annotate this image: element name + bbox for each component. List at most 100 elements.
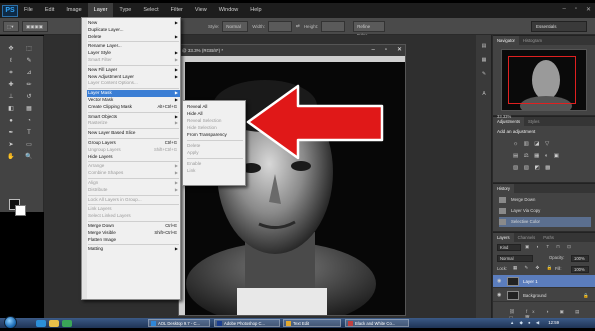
pen-tool-icon[interactable]: ✒: [4, 128, 18, 138]
background-color-swatch[interactable]: [15, 205, 26, 216]
menu-item-duplicate-layer[interactable]: Duplicate Layer...: [87, 27, 180, 34]
lock-icons[interactable]: ▦ ✎ ✥ 🔒: [513, 265, 555, 271]
taskbar-task-aol-desktop-9-7-c[interactable]: AOL Desktop 9.7 - C...: [148, 319, 210, 327]
close-icon[interactable]: ✕: [586, 6, 591, 13]
menu-image[interactable]: Image: [60, 3, 87, 18]
taskbar-task-text-edit[interactable]: Text Edit: [283, 319, 341, 327]
layer-filter-kind[interactable]: Kind: [497, 244, 521, 251]
tab-paths[interactable]: Paths: [539, 233, 558, 242]
eyedropper-tool-icon[interactable]: ⊿: [22, 68, 36, 78]
visibility-eye-icon[interactable]: ◉: [497, 275, 501, 288]
menu-help[interactable]: Help: [244, 3, 267, 18]
clock[interactable]: 12:59: [548, 320, 559, 325]
tab-navigator[interactable]: Navigator: [493, 36, 519, 45]
layer-row[interactable]: ◉ Layer 1: [493, 275, 595, 288]
adjustment-icons-row-2[interactable]: ▤ ⚖ ▦ ◐ ▣: [513, 153, 561, 159]
adjustment-icons-row-3[interactable]: ▨ ▧ ◩ ▩: [513, 165, 552, 171]
menu-item-new-layer-based-slice[interactable]: New Layer Based Slice: [87, 130, 180, 137]
menu-item-flatten-image[interactable]: Flatten Image: [87, 237, 180, 244]
layer-filter-icons[interactable]: ▣ ◐ T ⊓ ⊡: [525, 244, 574, 250]
dodge-tool-icon[interactable]: ◔: [22, 116, 36, 126]
ie-icon[interactable]: [36, 320, 46, 327]
menu-item-hide-layers[interactable]: Hide Layers: [87, 154, 180, 161]
menu-type[interactable]: Type: [113, 3, 137, 18]
history-item[interactable]: Layer Via Copy: [499, 206, 591, 216]
menu-window[interactable]: Window: [213, 3, 245, 18]
menu-item-vector-mask[interactable]: Vector Mask ▶: [87, 97, 180, 104]
menu-item-layer-mask[interactable]: Layer Mask ▶: [87, 90, 180, 97]
menu-item-layer-style[interactable]: Layer Style ▶: [87, 50, 180, 57]
doc-minimize-icon[interactable]: –: [371, 45, 374, 56]
menu-edit[interactable]: Edit: [39, 3, 60, 18]
workspace-switcher[interactable]: Essentials: [531, 21, 587, 32]
navigator-zoom-readout[interactable]: 33.33%: [497, 114, 511, 119]
character-panel-icon[interactable]: A: [479, 91, 489, 100]
menu-item-rename-layer[interactable]: Rename Layer...: [87, 43, 180, 50]
lasso-tool-icon[interactable]: ℓ: [4, 56, 18, 66]
marquee-tool-icon[interactable]: ⬚: [22, 44, 36, 54]
menu-item-smart-objects[interactable]: Smart Objects ▶: [87, 114, 180, 121]
tab-histogram[interactable]: Histogram: [519, 36, 546, 45]
history-brush-tool-icon[interactable]: ↺: [22, 92, 36, 102]
tab-history[interactable]: History: [493, 184, 515, 193]
explorer-icon[interactable]: [49, 320, 59, 327]
menu-filter[interactable]: Filter: [165, 3, 189, 18]
path-select-tool-icon[interactable]: ➤: [4, 140, 18, 150]
fill-input[interactable]: 100%: [571, 266, 589, 273]
doc-close-icon[interactable]: ✕: [397, 45, 402, 56]
selection-mode-buttons[interactable]: ▣▣▣▣: [22, 20, 48, 32]
media-player-icon[interactable]: [62, 320, 72, 327]
tab-layers[interactable]: Layers: [493, 233, 514, 242]
history-panel-icon[interactable]: ▤: [479, 43, 489, 52]
menu-item-new-adjustment-layer[interactable]: New Adjustment Layer ▶: [87, 74, 180, 81]
style-select[interactable]: Normal: [222, 20, 249, 32]
tab-channels[interactable]: Channels: [514, 233, 540, 242]
submenu-item-from-transparency[interactable]: From Transparency: [187, 131, 245, 138]
menu-item-delete[interactable]: Delete ▶: [87, 34, 180, 41]
navigator-view-box[interactable]: [508, 56, 576, 104]
adjustment-icons-row-1[interactable]: ☼ ▥ ◪ ▽: [513, 141, 551, 147]
menu-select[interactable]: Select: [137, 3, 164, 18]
blur-tool-icon[interactable]: ●: [4, 116, 18, 126]
type-tool-icon[interactable]: T: [22, 128, 36, 138]
history-item[interactable]: Selective Color: [499, 217, 591, 227]
menu-layer[interactable]: Layer: [87, 3, 114, 18]
menu-view[interactable]: View: [189, 3, 213, 18]
tool-preset-button[interactable]: ⬚▾: [3, 20, 19, 32]
blend-mode-select[interactable]: Normal: [497, 255, 533, 262]
navigator-thumbnail[interactable]: [501, 49, 587, 111]
zoom-tool-icon[interactable]: 🔍: [22, 152, 36, 162]
menu-item-new[interactable]: New ▶: [87, 20, 180, 27]
history-item[interactable]: Merge Down: [499, 195, 591, 205]
menu-item-group-layers[interactable]: Group Layers Ctrl+G: [87, 140, 180, 147]
submenu-item-hide-all[interactable]: Hide All: [187, 110, 245, 117]
tab-styles[interactable]: Styles: [524, 117, 543, 126]
refine-edge-button[interactable]: Refine Edge...: [353, 20, 386, 38]
move-tool-icon[interactable]: ✥: [4, 44, 18, 54]
swap-icon[interactable]: ⇄: [296, 23, 300, 29]
hand-tool-icon[interactable]: ✋: [4, 152, 18, 162]
menu-file[interactable]: File: [18, 3, 39, 18]
maximize-icon[interactable]: ▫: [575, 6, 577, 13]
menu-item-matting[interactable]: Matting ▶: [87, 246, 180, 253]
menu-item-merge-down[interactable]: Merge Down Ctrl+E: [87, 223, 180, 230]
shape-tool-icon[interactable]: ▭: [22, 140, 36, 150]
tray-icons[interactable]: ▲ ◆ ● ◀: [510, 320, 541, 325]
taskbar-task-adobe-photoshop-c[interactable]: Adobe Photoshop C...: [214, 319, 280, 327]
crop-tool-icon[interactable]: ⌗: [4, 68, 18, 78]
quick-select-tool-icon[interactable]: ✎: [22, 56, 36, 66]
brush-panel-icon[interactable]: ✎: [479, 71, 489, 80]
gradient-tool-icon[interactable]: ▦: [22, 104, 36, 114]
layer-row[interactable]: ◉ Background 🔒: [493, 289, 595, 302]
doc-maximize-icon[interactable]: ▫: [385, 45, 387, 56]
menu-item-new-fill-layer[interactable]: New Fill Layer ▶: [87, 67, 180, 74]
stamp-tool-icon[interactable]: ⊥: [4, 92, 18, 102]
healing-tool-icon[interactable]: ✚: [4, 80, 18, 90]
eraser-tool-icon[interactable]: ◧: [4, 104, 18, 114]
menu-item-create-clipping-mask[interactable]: Create Clipping Mask Alt+Ctrl+G: [87, 104, 180, 111]
minimize-icon[interactable]: –: [562, 6, 565, 13]
height-input[interactable]: [321, 20, 346, 32]
width-input[interactable]: [268, 20, 293, 32]
brush-tool-icon[interactable]: ✏: [22, 80, 36, 90]
visibility-eye-icon[interactable]: ◉: [497, 289, 501, 302]
